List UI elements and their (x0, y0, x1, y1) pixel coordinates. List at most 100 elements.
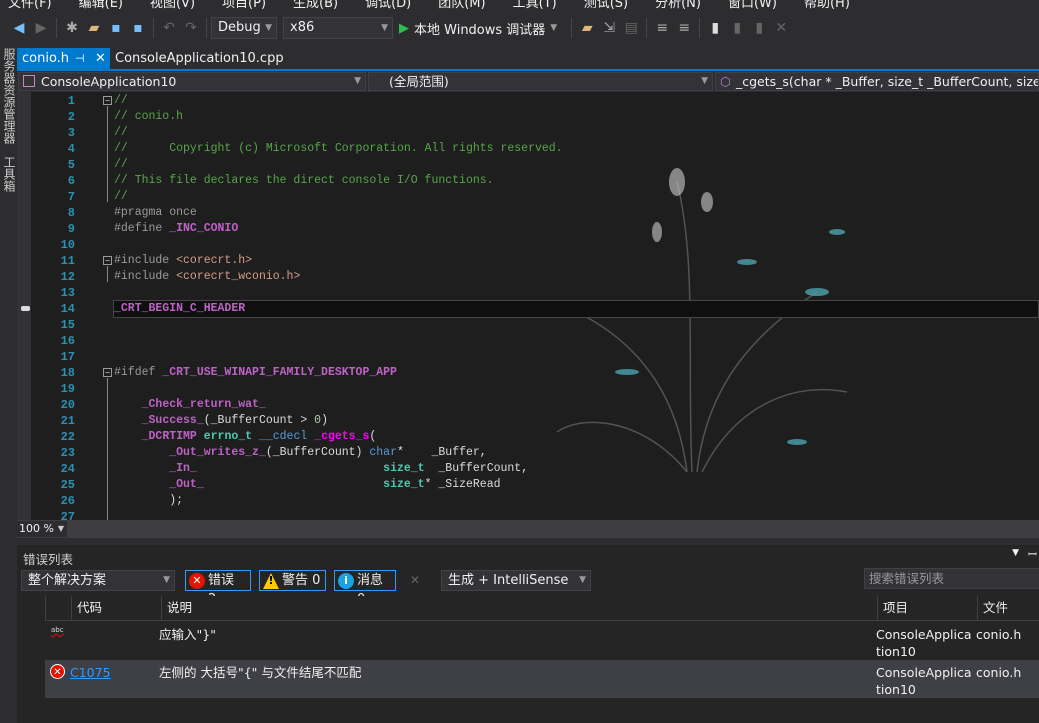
next-bookmark-icon[interactable]: ▮ (748, 17, 770, 39)
config-dropdown[interactable]: Debug ▼ (211, 17, 277, 39)
code-token: #include (114, 270, 177, 283)
fold-guide (107, 106, 108, 202)
server-explorer-tab[interactable]: 服务器资源管理器 (1, 48, 16, 144)
save-all-icon[interactable]: ▪ (127, 17, 149, 39)
config-value: Debug (218, 20, 261, 35)
forward-icon[interactable]: ▶ (30, 17, 52, 39)
errors-filter-button[interactable]: ✕错误 2 (185, 570, 251, 607)
warnings-filter-button[interactable]: ! 警告 0 (259, 570, 326, 591)
collapse-icon[interactable]: − (103, 96, 112, 105)
code-line: #define _INC_CONIO (114, 221, 238, 237)
line-number: 18 (60, 366, 75, 380)
save-icon[interactable]: ▪ (105, 17, 127, 39)
undo-icon[interactable]: ↶ (158, 17, 180, 39)
messages-filter-button[interactable]: i消息 0 (334, 570, 396, 607)
panel-menu-icon[interactable]: ▼ (1012, 548, 1019, 558)
code-line: _DCRTIMP errno_t __cdecl _cgets_s( (114, 429, 377, 445)
horizontal-scrollbar[interactable] (69, 521, 1039, 537)
pin-icon[interactable]: ⊣ (75, 48, 85, 69)
error-description: 左侧的 大括号"{" 与文件结尾不匹配 (159, 665, 362, 680)
menu-item[interactable]: 测试(S) (576, 0, 647, 12)
menu-item[interactable]: 团队(M) (430, 0, 504, 12)
code-token: _Out_writes_z_ (169, 446, 266, 459)
tab-conio-h[interactable]: conio.h ⊣ ✕ (17, 48, 110, 69)
find-in-files-icon[interactable]: ▰ (576, 17, 598, 39)
code-line: _Out_ size_t* _SizeRead (114, 477, 500, 493)
menu-item[interactable]: 文件(F) (0, 0, 71, 12)
column-code[interactable]: 代码 (71, 596, 161, 621)
platform-dropdown[interactable]: x86 ▼ (283, 17, 393, 39)
project-dropdown[interactable]: ConsoleApplication10 ▼ (18, 72, 366, 91)
code-token: char (369, 446, 397, 459)
error-row[interactable]: abc 应输入"}" ConsoleApplication10 conio.h (45, 622, 1039, 660)
code-token: // (114, 126, 128, 139)
line-number: 7 (67, 190, 75, 204)
comment-icon[interactable]: ≡ (651, 17, 673, 39)
menu-item[interactable]: 帮助(H) (796, 0, 869, 12)
bookmark-icon[interactable]: ▮ (704, 17, 726, 39)
toolbox-tab[interactable]: 工具箱 (1, 156, 16, 192)
collapse-icon[interactable]: − (103, 368, 112, 377)
menu-item[interactable]: 窗口(W) (720, 0, 796, 12)
prev-bookmark-icon[interactable]: ▮ (726, 17, 748, 39)
zoom-dropdown[interactable]: 100 % ▼ (17, 521, 67, 537)
column-project[interactable]: 项目 (877, 596, 977, 621)
fold-guide (107, 266, 108, 282)
redo-icon[interactable]: ↷ (180, 17, 202, 39)
code-token: __cdecl (258, 430, 315, 443)
scope-dropdown[interactable]: (全局范围) ▼ (368, 72, 713, 91)
line-number: 6 (67, 174, 75, 188)
menu-item[interactable]: 工具(T) (505, 0, 576, 12)
warnings-count: 警告 0 (282, 573, 321, 588)
code-token: _CRT_USE_WINAPI_FAMILY_DESKTOP_APP (162, 366, 397, 379)
code-token: ) (321, 414, 328, 427)
back-icon[interactable]: ◀ (8, 17, 30, 39)
scope-filter-dropdown[interactable]: 整个解决方案 ▼ (21, 570, 175, 591)
clear-bookmarks-icon[interactable]: ✕ (770, 17, 792, 39)
clear-filter-icon[interactable]: ✕ (410, 573, 420, 587)
menu-item[interactable]: 视图(V) (142, 0, 214, 12)
code-token: ); (114, 494, 184, 507)
column-description[interactable]: 说明 (161, 596, 877, 621)
code-token: // This file declares the direct console… (114, 174, 494, 187)
error-code-link[interactable]: C1075 (70, 664, 111, 681)
navigation-bar: ConsoleApplication10 ▼ (全局范围) ▼ ⬡ _cgets_s… (17, 71, 1039, 92)
layout-icon[interactable]: ▤ (620, 17, 642, 39)
search-error-list-input[interactable]: 搜索错误列表 (864, 568, 1039, 589)
code-line: _CRT_BEGIN_C_HEADER (114, 301, 245, 317)
source-filter-dropdown[interactable]: 生成 + IntelliSense ▼ (441, 570, 591, 591)
run-debugger-button[interactable]: ▶ 本地 Windows 调试器 ▼ (399, 19, 557, 38)
code-token: _Check_return_wat_ (141, 398, 266, 411)
code-token: _cgets_s (314, 430, 370, 443)
open-folder-icon[interactable]: ▰ (83, 17, 105, 39)
column-file[interactable]: 文件 (977, 596, 1039, 621)
error-project: ConsoleApplication10 (876, 665, 972, 697)
step-icon[interactable]: ⇲ (598, 17, 620, 39)
column-icon[interactable] (45, 596, 71, 621)
tab-consoleapplication10-cpp[interactable]: ConsoleApplication10.cpp (110, 48, 289, 69)
new-project-icon[interactable]: ✱ (61, 17, 83, 39)
tab-label: ConsoleApplication10.cpp (115, 51, 284, 66)
code-line: #include <corecrt_wconio.h> (114, 269, 300, 285)
scope-filter-value: 整个解决方案 (28, 573, 107, 588)
pin-icon[interactable]: ꟷ (1028, 547, 1037, 562)
uncomment-icon[interactable]: ≡ (673, 17, 695, 39)
close-icon[interactable]: ✕ (95, 48, 106, 69)
menu-item[interactable]: 项目(P) (214, 0, 285, 12)
line-number: 20 (60, 398, 75, 412)
code-line: _Check_return_wat_ (114, 397, 266, 413)
code-line: // (114, 157, 128, 173)
code-token: (_BufferCount > (203, 414, 315, 427)
menu-item[interactable]: 生成(B) (285, 0, 357, 12)
menu-item[interactable]: 调试(D) (357, 0, 430, 12)
code-line: _Out_writes_z_(_BufferCount) char* _Buff… (114, 445, 486, 461)
error-row[interactable]: ✕ C1075 左侧的 大括号"{" 与文件结尾不匹配 ConsoleAppli… (45, 660, 1039, 698)
code-token: _Out_ (169, 478, 204, 491)
menu-item[interactable]: 编辑(E) (71, 0, 142, 12)
code-editor[interactable]: 1//−2// conio.h 3//4// Copyright (c) Micr… (17, 92, 1039, 520)
collapse-icon[interactable]: − (103, 256, 112, 265)
member-dropdown[interactable]: ⬡ _cgets_s(char * _Buffer, size_t _Buffe… (715, 72, 1039, 91)
menu-item[interactable]: 分析(N) (647, 0, 720, 12)
